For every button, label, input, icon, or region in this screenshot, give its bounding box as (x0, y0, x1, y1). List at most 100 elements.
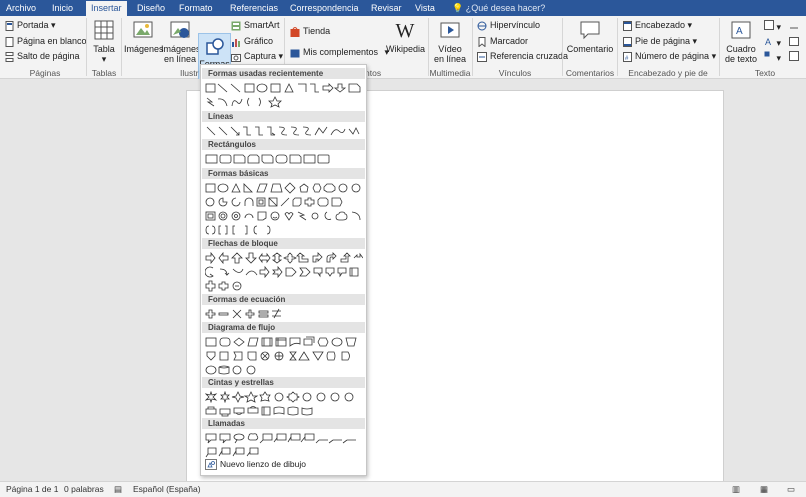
shapes-row[interactable] (205, 391, 363, 403)
section-ribbons-stars: Cintas y estrellas (202, 377, 365, 388)
table-icon (94, 20, 114, 40)
shapes-row[interactable] (205, 182, 363, 194)
header-button[interactable]: Encabezado ▾ (623, 20, 692, 31)
tab-formato[interactable]: Formato (179, 0, 213, 16)
group-label-addins: ntos (365, 68, 382, 78)
text-box-label: Cuadro de texto (724, 44, 758, 64)
tab-referencias[interactable]: Referencias (230, 0, 278, 16)
tab-insertar[interactable]: Insertar (86, 1, 127, 16)
word-count[interactable]: 0 palabras (64, 484, 104, 494)
print-layout-icon[interactable]: ▦ (760, 484, 768, 495)
shapes-icon (205, 38, 224, 55)
cover-page-button[interactable]: Portada ▾ (5, 20, 56, 31)
header-label: Encabezado (635, 20, 686, 30)
group-label-media: Multimedia (429, 68, 471, 78)
shapes-gallery: Formas usadas recientemente Líneas Rectá… (200, 64, 367, 476)
shapes-row[interactable] (205, 308, 363, 320)
store-icon (290, 26, 300, 37)
tab-correspondencia[interactable]: Correspondencia (290, 0, 359, 16)
text-box-button[interactable]: A Cuadro de texto (722, 20, 760, 64)
shapes-row[interactable] (205, 432, 363, 444)
addins-icon (290, 49, 300, 58)
page-break-button[interactable]: Salto de página (5, 51, 80, 62)
tab-vista[interactable]: Vista (415, 0, 435, 16)
images-button[interactable]: Imágenes (124, 20, 164, 54)
shapes-row[interactable] (205, 224, 363, 236)
comment-button[interactable]: Comentario (566, 20, 614, 54)
screenshot-button[interactable]: Captura ▾ (231, 51, 283, 62)
read-mode-icon[interactable]: ▥ (732, 484, 740, 495)
text-box-icon: A (731, 21, 751, 39)
online-images-button[interactable]: Imágenes en línea (161, 20, 201, 64)
section-recent: Formas usadas recientemente (202, 68, 365, 79)
my-addins-button[interactable]: Mis complementos ▾ (290, 47, 389, 58)
tell-me-box[interactable]: 💡 ¿Qué desea hacer? (452, 0, 545, 16)
ribbon-tab-bar: Archivo Inicio Insertar Diseño Formato R… (0, 0, 806, 16)
tab-archivo[interactable]: Archivo (6, 0, 36, 16)
tell-me-text: ¿Qué desea hacer? (465, 3, 546, 13)
page-break-label: Salto de página (17, 51, 80, 61)
wikipedia-icon: W (395, 20, 415, 42)
shapes-row[interactable] (205, 336, 363, 348)
tab-inicio[interactable]: Inicio (52, 0, 73, 16)
new-drawing-canvas-button[interactable]: Nuevo lienzo de dibujo (205, 459, 306, 471)
table-label: Tabla (93, 44, 115, 54)
shapes-row[interactable] (205, 153, 363, 165)
section-callouts: Llamadas (202, 418, 365, 429)
page-break-icon (5, 51, 14, 62)
object-button[interactable] (789, 51, 799, 63)
flowchart-icons-2 (206, 351, 350, 361)
section-equation-shapes: Formas de ecuación (202, 294, 365, 305)
drop-cap-button[interactable]: ▾ (764, 51, 781, 64)
bookmark-button[interactable]: Marcador (477, 36, 528, 47)
smartart-button[interactable]: SmartArt (231, 20, 280, 31)
recent-shapes-icons (205, 83, 361, 93)
cross-reference-button[interactable]: Referencia cruzada (477, 51, 568, 62)
shapes-row[interactable] (205, 125, 363, 137)
signature-icon (790, 27, 798, 29)
tab-revisar[interactable]: Revisar (371, 0, 402, 16)
wordart-icon: A (765, 37, 771, 47)
smartart-label: SmartArt (244, 20, 280, 30)
shapes-row[interactable] (205, 96, 363, 108)
shapes-row[interactable] (205, 252, 363, 264)
shapes-row[interactable] (205, 364, 363, 376)
shapes-row[interactable] (205, 280, 363, 292)
picture-icon (133, 21, 153, 38)
footer-button[interactable]: Pie de página ▾ (623, 36, 697, 47)
blank-page-button[interactable]: Página en blanco (5, 36, 87, 47)
online-video-button[interactable]: Vídeo en línea (432, 20, 468, 64)
store-button[interactable]: Tienda (290, 26, 330, 37)
equation-shapes-icons (205, 308, 281, 319)
web-layout-icon[interactable]: ▭ (787, 484, 795, 495)
header-icon (623, 20, 632, 31)
store-label: Tienda (303, 26, 331, 36)
signature-line-button[interactable] (789, 20, 799, 32)
shapes-row[interactable] (205, 266, 363, 278)
quick-parts-icon (764, 20, 774, 30)
divider (719, 18, 720, 76)
page-number-button[interactable]: # Número de página ▾ (623, 51, 716, 62)
wikipedia-button[interactable]: W Wikipedia (386, 20, 425, 54)
date-time-button[interactable] (789, 36, 799, 48)
wordart-button[interactable]: A ▾ (764, 36, 781, 49)
chart-label: Gráfico (244, 36, 274, 46)
proofing-icon[interactable]: ▤ (114, 484, 122, 495)
table-button[interactable]: Tabla ▾ (90, 20, 118, 64)
shapes-row[interactable] (205, 210, 363, 222)
online-images-label: Imágenes en línea (161, 44, 201, 64)
tab-diseno[interactable]: Diseño (137, 0, 165, 16)
language-indicator[interactable]: Español (España) (133, 484, 201, 494)
shapes-row[interactable] (205, 82, 363, 94)
shapes-row[interactable] (205, 350, 363, 362)
comment-icon (580, 21, 600, 40)
section-basic-shapes: Formas básicas (202, 168, 365, 179)
quick-parts-button[interactable]: ▾ (764, 20, 781, 33)
shapes-row[interactable] (205, 196, 363, 208)
block-arrows-icons-3 (205, 280, 242, 292)
shapes-row[interactable] (205, 446, 363, 458)
hyperlink-button[interactable]: Hipervínculo (477, 20, 540, 31)
page-count[interactable]: Página 1 de 1 (6, 484, 58, 494)
shapes-row[interactable] (205, 405, 363, 417)
chart-button[interactable]: Gráfico (231, 36, 273, 47)
